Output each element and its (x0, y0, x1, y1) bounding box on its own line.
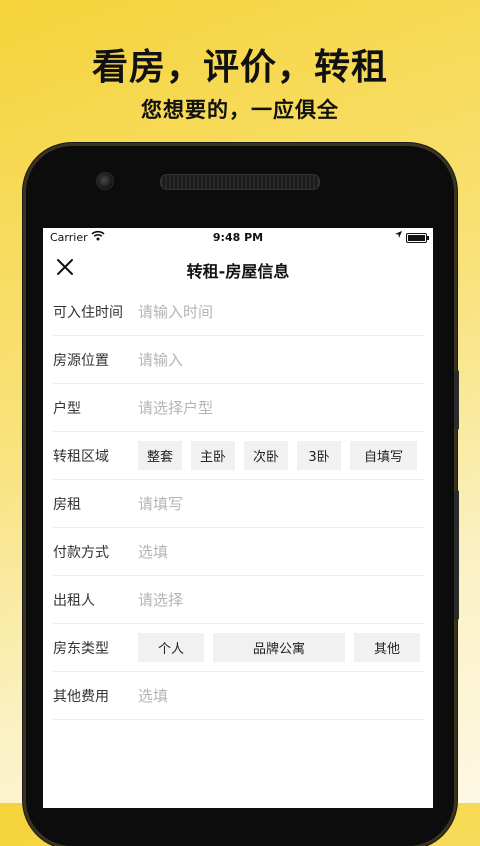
option-chip-custom[interactable]: 自填写 (350, 441, 417, 470)
status-time: 9:48 PM (212, 231, 264, 244)
option-chip-brand-apartment[interactable]: 品牌公寓 (213, 633, 345, 662)
other-fees-row[interactable]: 其他费用 选填 (53, 672, 423, 720)
phone-side-button (454, 370, 459, 430)
speaker-grill (160, 174, 320, 190)
phone-screen: Carrier 9:48 PM 转租-房屋信息 可入住时间 请输入时间 房源位置… (43, 228, 433, 808)
rent-row[interactable]: 房租 请填写 (53, 480, 423, 528)
location-input[interactable]: 请输入 (138, 349, 183, 370)
field-label: 户型 (53, 400, 81, 417)
payment-input[interactable]: 选填 (138, 541, 168, 562)
field-label: 付款方式 (53, 544, 109, 561)
layout-select[interactable]: 请选择户型 (138, 397, 213, 418)
payment-row[interactable]: 付款方式 选填 (53, 528, 423, 576)
promo-headline: 看房，评价，转租 (91, 47, 388, 88)
option-chip-master-bedroom[interactable]: 主卧 (191, 441, 235, 470)
field-label: 转租区域 (53, 448, 109, 465)
field-label: 其他费用 (53, 688, 109, 705)
location-row[interactable]: 房源位置 请输入 (53, 336, 423, 384)
option-chip-second-bedroom[interactable]: 次卧 (244, 441, 288, 470)
move-in-time-input[interactable]: 请输入时间 (138, 301, 213, 322)
layout-row[interactable]: 户型 请选择户型 (53, 384, 423, 432)
move-in-time-row[interactable]: 可入住时间 请输入时间 (53, 288, 423, 336)
location-arrow-icon (394, 230, 403, 242)
field-label: 房东类型 (53, 640, 109, 657)
landlord-type-options: 个人 品牌公寓 其他 (138, 633, 420, 662)
phone-side-button (454, 490, 459, 620)
option-chip-individual[interactable]: 个人 (138, 633, 204, 662)
field-label: 房租 (53, 496, 81, 513)
rent-input[interactable]: 请填写 (138, 493, 183, 514)
nav-bar: 转租-房屋信息 (43, 248, 433, 288)
field-label: 可入住时间 (53, 304, 123, 321)
landlord-type-row: 房东类型 个人 品牌公寓 其他 (53, 624, 423, 672)
status-bar: Carrier 9:48 PM (43, 228, 433, 248)
field-label: 房源位置 (53, 352, 109, 369)
field-label: 出租人 (53, 592, 95, 609)
option-chip-whole[interactable]: 整套 (138, 441, 182, 470)
lessor-row[interactable]: 出租人 请选择 (53, 576, 423, 624)
sublet-area-options: 整套 主卧 次卧 3卧 自填写 (138, 441, 417, 470)
promo-subline: 您想要的，一应俱全 (141, 98, 339, 122)
option-chip-other[interactable]: 其他 (354, 633, 420, 662)
camera-icon (96, 172, 114, 190)
sublet-area-row: 转租区域 整套 主卧 次卧 3卧 自填写 (53, 432, 423, 480)
option-chip-third-bedroom[interactable]: 3卧 (297, 441, 341, 470)
lessor-select[interactable]: 请选择 (138, 589, 183, 610)
battery-icon (406, 233, 429, 243)
page-title: 转租-房屋信息 (186, 262, 290, 281)
other-fees-input[interactable]: 选填 (138, 685, 168, 706)
